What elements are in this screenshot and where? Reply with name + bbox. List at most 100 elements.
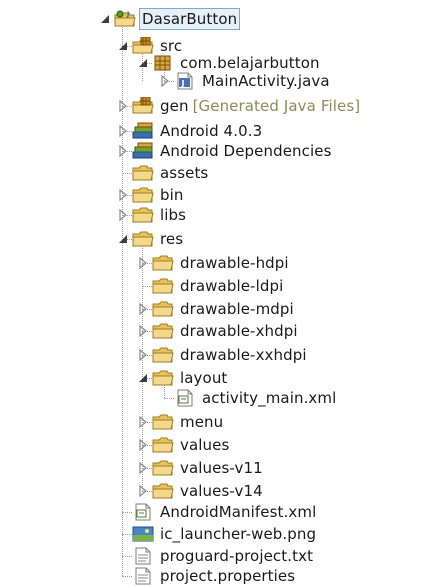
tree-item-gen[interactable]: gen [Generated Java Files]	[0, 95, 425, 117]
tree-item-name: DasarButton	[142, 10, 238, 28]
tree-item-name: ic_launcher-web.png	[160, 525, 317, 543]
tree-branch-line	[142, 286, 152, 287]
expanded-arrow-icon[interactable]	[136, 370, 150, 386]
collapsed-arrow-icon[interactable]	[136, 323, 150, 339]
tree-item-name: drawable-xhdpi	[180, 322, 298, 340]
tree-item-name: bin	[160, 186, 184, 204]
tree-item-name: Android 4.0.3	[160, 122, 263, 140]
tree-item-libs[interactable]: libs	[0, 204, 425, 226]
tree-item-label[interactable]: values	[178, 435, 231, 455]
tree-item-mainactivity-java[interactable]: J MainActivity.java	[0, 70, 425, 92]
collapsed-arrow-icon[interactable]	[136, 301, 150, 317]
tree-item-menu[interactable]: menu	[0, 411, 425, 433]
tree-item-label[interactable]: Android 4.0.3	[158, 121, 264, 141]
tree-item-name: AndroidManifest.xml	[160, 503, 317, 521]
expanded-arrow-icon[interactable]	[116, 231, 130, 247]
folder-icon	[152, 254, 174, 272]
tree-item-label[interactable]: MainActivity.java	[200, 71, 332, 91]
folder-icon	[152, 436, 174, 454]
collapsed-arrow-icon[interactable]	[116, 123, 130, 139]
tree-item-name: layout	[180, 369, 228, 387]
tree-item-bin[interactable]: bin	[0, 184, 425, 206]
tree-item-assets[interactable]: assets	[0, 162, 425, 184]
tree-item-values-v11[interactable]: values-v11	[0, 457, 425, 479]
xml-file-icon	[174, 389, 196, 407]
tree-item-label[interactable]: gen [Generated Java Files]	[158, 96, 362, 116]
tree-item-android-4-0-3[interactable]: Android 4.0.3	[0, 120, 425, 142]
tree-branch-line	[164, 398, 174, 399]
tree-item-label[interactable]: AndroidManifest.xml	[158, 502, 318, 522]
tree-item-drawable-mdpi[interactable]: drawable-mdpi	[0, 298, 425, 320]
tree-item-drawable-xhdpi[interactable]: drawable-xhdpi	[0, 320, 425, 342]
tree-item-label[interactable]: values-v11	[178, 458, 265, 478]
library-icon	[132, 122, 154, 140]
collapsed-arrow-icon[interactable]	[136, 437, 150, 453]
tree-item-label[interactable]: ic_launcher-web.png	[158, 524, 318, 544]
tree-item-label[interactable]: drawable-xhdpi	[178, 321, 300, 341]
collapsed-arrow-icon[interactable]	[116, 98, 130, 114]
tree-item-drawable-ldpi[interactable]: drawable-ldpi	[0, 275, 425, 297]
tree-branch-line	[122, 556, 132, 557]
source-folder-icon	[132, 97, 154, 115]
tree-branch-line	[122, 576, 132, 577]
tree-item-name: drawable-xxhdpi	[180, 346, 307, 364]
tree-item-project-properties[interactable]: project.properties	[0, 565, 425, 587]
collapsed-arrow-icon[interactable]	[136, 460, 150, 476]
tree-item-label[interactable]: libs	[158, 205, 188, 225]
tree-item-name: menu	[180, 413, 224, 431]
tree-item-label[interactable]: proguard-project.txt	[158, 546, 315, 566]
tree-item-label[interactable]: bin	[158, 185, 186, 205]
tree-item-label[interactable]: menu	[178, 412, 225, 432]
tree-item-dasarbutton[interactable]: J DasarButton	[0, 8, 425, 30]
tree-item-label[interactable]: layout	[178, 368, 229, 388]
tree-item-proguard-project-txt[interactable]: proguard-project.txt	[0, 545, 425, 567]
folder-icon	[152, 277, 174, 295]
expanded-arrow-icon[interactable]	[98, 11, 112, 27]
tree-item-name: Android Dependencies	[160, 142, 332, 160]
tree-item-label[interactable]: activity_main.xml	[200, 388, 338, 408]
tree-item-label[interactable]: drawable-mdpi	[178, 299, 296, 319]
tree-item-label[interactable]: drawable-ldpi	[178, 276, 285, 296]
collapsed-arrow-icon[interactable]	[136, 347, 150, 363]
tree-item-res[interactable]: res	[0, 228, 425, 250]
tree-item-name: libs	[160, 206, 187, 224]
collapsed-arrow-icon[interactable]	[136, 255, 150, 271]
tree-item-label[interactable]: Android Dependencies	[158, 141, 334, 161]
folder-icon	[152, 369, 174, 387]
collapsed-arrow-icon[interactable]	[116, 207, 130, 223]
folder-icon	[152, 322, 174, 340]
xml-file-icon	[132, 503, 154, 521]
tree-item-drawable-xxhdpi[interactable]: drawable-xxhdpi	[0, 344, 425, 366]
tree-item-label[interactable]: drawable-xxhdpi	[178, 345, 309, 365]
expanded-arrow-icon[interactable]	[136, 55, 150, 71]
tree-item-layout[interactable]: layout	[0, 367, 425, 389]
collapsed-arrow-icon[interactable]	[116, 143, 130, 159]
tree-item-label[interactable]: drawable-hdpi	[178, 253, 291, 273]
tree-branch-line	[122, 173, 132, 174]
tree-item-label[interactable]: assets	[158, 163, 210, 183]
tree-item-label[interactable]: res	[158, 229, 185, 249]
tree-item-android-dependencies[interactable]: Android Dependencies	[0, 140, 425, 162]
folder-icon	[132, 230, 154, 248]
tree-item-values-v14[interactable]: values-v14	[0, 480, 425, 502]
folder-icon	[132, 206, 154, 224]
tree-item-name: gen	[160, 97, 189, 115]
collapsed-arrow-icon[interactable]	[116, 187, 130, 203]
collapsed-arrow-icon[interactable]	[158, 73, 172, 89]
tree-item-label[interactable]: project.properties	[158, 566, 297, 586]
tree-item-androidmanifest-xml[interactable]: AndroidManifest.xml	[0, 501, 425, 523]
image-file-icon	[132, 525, 154, 543]
tree-item-label[interactable]: DasarButton	[138, 8, 241, 30]
tree-item-drawable-hdpi[interactable]: drawable-hdpi	[0, 252, 425, 274]
tree-item-activity-main-xml[interactable]: activity_main.xml	[0, 387, 425, 409]
library-icon	[132, 142, 154, 160]
tree-item-label[interactable]: values-v14	[178, 481, 265, 501]
java-file-icon: J	[174, 72, 196, 90]
collapsed-arrow-icon[interactable]	[136, 414, 150, 430]
tree-branch-line	[122, 534, 132, 535]
text-file-icon	[132, 547, 154, 565]
svg-text:J: J	[181, 79, 185, 88]
collapsed-arrow-icon[interactable]	[136, 483, 150, 499]
tree-item-values[interactable]: values	[0, 434, 425, 456]
tree-item-ic-launcher-web-png[interactable]: ic_launcher-web.png	[0, 523, 425, 545]
